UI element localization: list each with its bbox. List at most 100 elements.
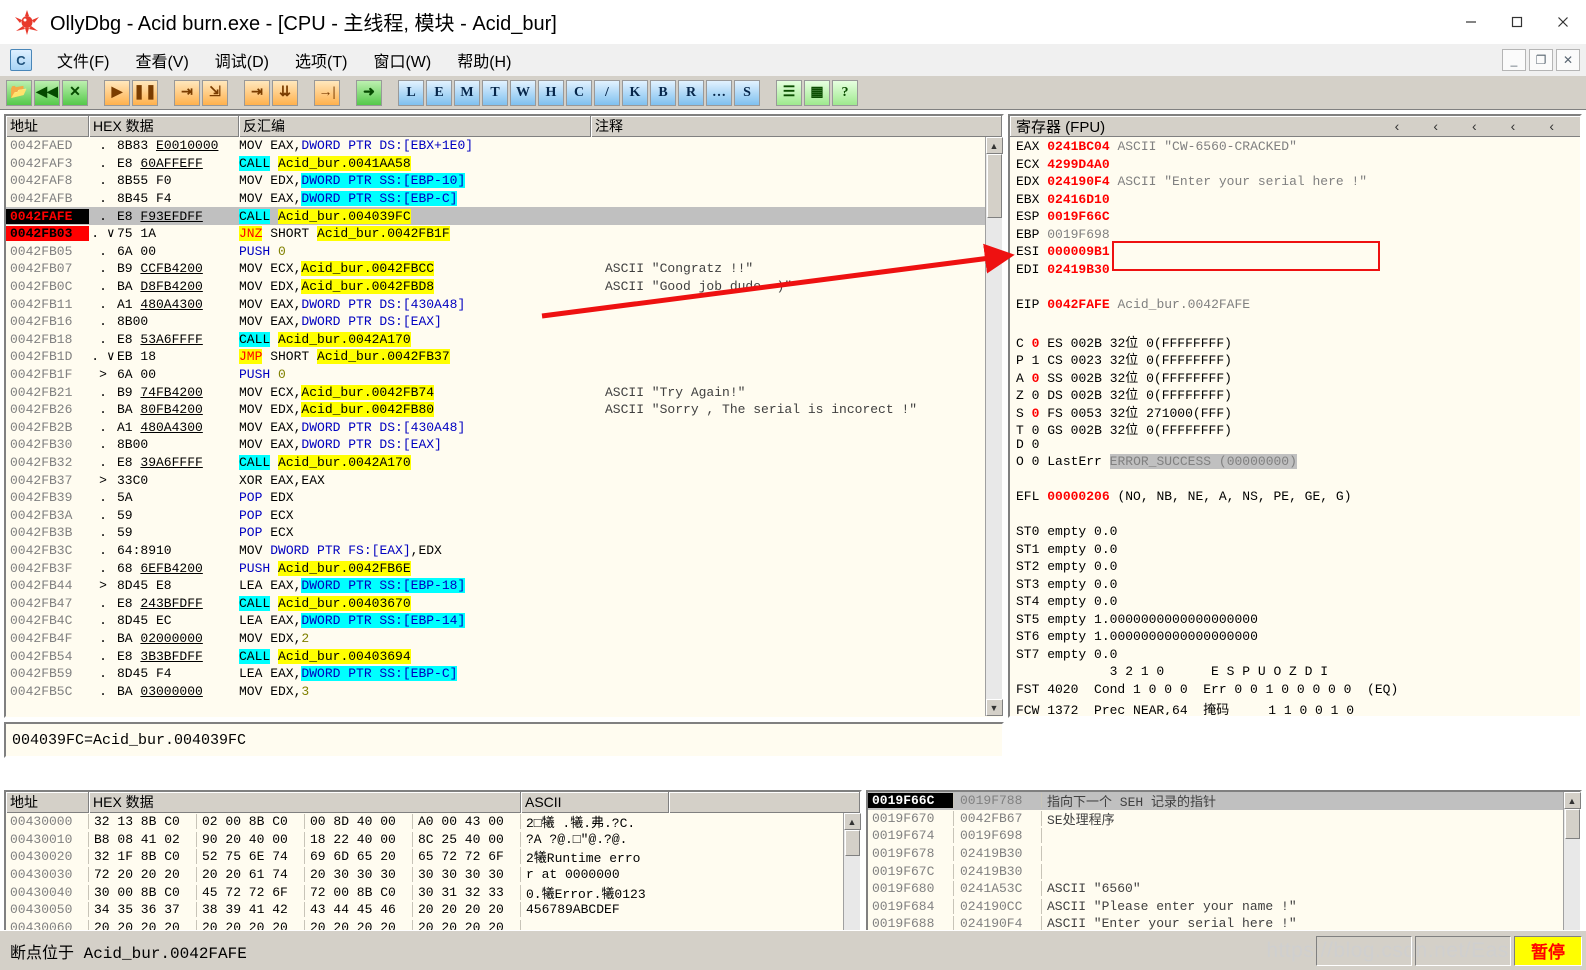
- threads-button[interactable]: T: [482, 79, 508, 106]
- menu-item-window[interactable]: 窗口(W): [360, 46, 444, 74]
- menu-item-options[interactable]: 选项(T): [282, 46, 360, 74]
- dump-scroll-thumb[interactable]: [844, 830, 860, 856]
- disassembly-row[interactable]: 0042FB54. E8 3B3BFDFF CALL Acid_bur.004036…: [6, 647, 1002, 665]
- flag-c[interactable]: C 0 ES 002B 32位 0(FFFFFFFF): [1016, 332, 1580, 351]
- stack-row[interactable]: 0019F688 024190F4 ASCII "Enter your serial…: [868, 915, 1580, 930]
- scroll-thumb[interactable]: [986, 154, 1002, 218]
- register-st5[interactable]: ST5 empty 1.0000000000000000000: [1016, 612, 1580, 630]
- open-file-button[interactable]: 📂: [6, 79, 32, 106]
- register-ecx[interactable]: ECX 4299D4A0: [1016, 157, 1580, 175]
- dump-row[interactable]: 00430010 B8 08 41 02 90 20 40 00 18 22 40 0…: [6, 831, 860, 849]
- dump-list[interactable]: 00430000 32 13 8B C0 02 00 8B C0 00 8D 40 0…: [6, 813, 860, 930]
- cpu-window-button[interactable]: C: [566, 79, 592, 106]
- source-button[interactable]: S: [734, 79, 760, 106]
- mdi-minimize-button[interactable]: _: [1502, 49, 1526, 71]
- flag-t[interactable]: T 0 GS 002B 32位 0(FFFFFFFF): [1016, 419, 1580, 438]
- patches-button[interactable]: /: [594, 79, 620, 106]
- registers-chevrons[interactable]: ‹ ‹ ‹ ‹ ‹: [1395, 118, 1580, 134]
- fpu-column-header[interactable]: 3 2 1 0 E S P U O Z D I: [1016, 664, 1580, 682]
- disassembly-row[interactable]: 0042FB05. 6A 00 PUSH 0: [6, 243, 1002, 261]
- animate-over-button[interactable]: ⇊: [272, 79, 298, 106]
- register-spacer[interactable]: [1016, 314, 1580, 332]
- chevron-left-icon-3[interactable]: ‹: [1511, 118, 1516, 134]
- disassembly-row[interactable]: 0042FB4C. 8D45 EC LEA EAX,DWORD PTR SS:[EB…: [6, 612, 1002, 630]
- register-eip[interactable]: EIP 0042FAFE Acid_bur.0042FAFE: [1016, 297, 1580, 315]
- flag-z[interactable]: Z 0 DS 002B 32位 0(FFFFFFFF): [1016, 384, 1580, 403]
- dump-row[interactable]: 00430000 32 13 8B C0 02 00 8B C0 00 8D 40 0…: [6, 813, 860, 831]
- disassembly-row[interactable]: 0042FB1D . ∨ EB 18 JMP SHORT Acid_bur.0042F…: [6, 348, 1002, 366]
- disassembly-row[interactable]: 0042FB3C. 64:8910 MOV DWORD PTR FS:[EAX],E…: [6, 542, 1002, 560]
- stack-scroll-up-button[interactable]: ▲: [1563, 792, 1581, 809]
- flag-s[interactable]: S 0 FS 0053 32位 271000(FFF): [1016, 402, 1580, 421]
- col-header-address[interactable]: 地址: [6, 115, 89, 137]
- stack-row[interactable]: 0019F66C 0019F788 指向下一个 SEH 记录的指针: [868, 792, 1580, 810]
- memory-map-button[interactable]: M: [454, 79, 480, 106]
- dump-row[interactable]: 00430060 20 20 20 20 20 20 20 20 20 20 20 2…: [6, 919, 860, 930]
- disassembly-row[interactable]: 0042FB59. 8D45 F4 LEA EAX,DWORD PTR SS:[EB…: [6, 665, 1002, 683]
- dump-col-header-extra[interactable]: [669, 791, 860, 813]
- register-edx[interactable]: EDX 024190F4 ASCII "Enter your serial he…: [1016, 174, 1580, 192]
- close-program-button[interactable]: ✕: [62, 79, 88, 106]
- disassembly-row[interactable]: 0042FB0C. BA D8FB4200 MOV EDX,Acid_bur.004…: [6, 278, 1002, 296]
- dump-scroll-up-button[interactable]: ▲: [843, 813, 861, 830]
- register-ebp[interactable]: EBP 0019F698: [1016, 227, 1580, 245]
- disassembly-row[interactable]: 0042FB11. A1 480A4300 MOV EAX,DWORD PTR DS…: [6, 295, 1002, 313]
- step-over-button[interactable]: ⇲: [202, 79, 228, 106]
- references-button[interactable]: R: [678, 79, 704, 106]
- close-button[interactable]: [1540, 0, 1586, 44]
- disassembly-row[interactable]: 0042FB47. E8 243BFDFF CALL Acid_bur.004036…: [6, 594, 1002, 612]
- chevron-left-icon-4[interactable]: ‹: [1549, 118, 1554, 134]
- disassembly-row[interactable]: 0042FB26. BA 80FB4200 MOV EDX,Acid_bur.004…: [6, 401, 1002, 419]
- chevron-left-icon-0[interactable]: ‹: [1395, 118, 1400, 134]
- disassembly-row[interactable]: 0042FAF3. E8 60AFFEFF CALL Acid_bur.0041AA…: [6, 155, 1002, 173]
- log-window-button[interactable]: L: [398, 79, 424, 106]
- disassembly-row[interactable]: 0042FB2B. A1 480A4300 MOV EAX,DWORD PTR DS…: [6, 419, 1002, 437]
- disassembly-row[interactable]: 0042FB39. 5A POP EDX: [6, 489, 1002, 507]
- register-spacer[interactable]: [1016, 507, 1580, 525]
- register-st1[interactable]: ST1 empty 0.0: [1016, 542, 1580, 560]
- disassembly-row[interactable]: 0042FB18. E8 53A6FFFF CALL Acid_bur.0042A1…: [6, 331, 1002, 349]
- stack-row[interactable]: 0019F678 02419B30: [868, 845, 1580, 863]
- help-button[interactable]: ?: [832, 79, 858, 106]
- col-header-comment[interactable]: 注释: [591, 115, 1002, 137]
- run-trace-window-button[interactable]: …: [706, 79, 732, 106]
- disassembly-list[interactable]: 0042FAED. 8B83 E0010000 MOV EAX,DWORD PTR …: [6, 137, 1002, 717]
- disassembly-row[interactable]: 0042FAF8. 8B55 F0 MOV EDX,DWORD PTR SS:[EB…: [6, 172, 1002, 190]
- menu-item-debug[interactable]: 调试(D): [202, 46, 282, 74]
- flag-p[interactable]: P 1 CS 0023 32位 0(FFFFFFFF): [1016, 349, 1580, 368]
- menu-item-help[interactable]: 帮助(H): [444, 46, 524, 74]
- chevron-left-icon-2[interactable]: ‹: [1472, 118, 1477, 134]
- cpu-window-icon[interactable]: C: [10, 49, 32, 71]
- col-header-disassembly[interactable]: 反汇编: [239, 115, 591, 137]
- step-into-button[interactable]: ⇥: [174, 79, 200, 106]
- disassembly-row[interactable]: 0042FAFE. E8 F93EFDFF CALL Acid_bur.004039…: [6, 207, 1002, 225]
- disassembly-row[interactable]: 0042FB03. ∨ 75 1A JNZ SHORT Acid_bur.0042F…: [6, 225, 1002, 243]
- disassembly-row[interactable]: 0042FB07. B9 CCFB4200 MOV ECX,Acid_bur.004…: [6, 260, 1002, 278]
- windows-button[interactable]: W: [510, 79, 536, 106]
- executable-modules-button[interactable]: E: [426, 79, 452, 106]
- stack-scroll-thumb[interactable]: [1564, 809, 1580, 839]
- disassembly-row[interactable]: 0042FB3F. 68 6EFB4200 PUSH Acid_bur.0042FB…: [6, 559, 1002, 577]
- disassembly-row[interactable]: 0042FB5C. BA 03000000 MOV EDX,3: [6, 682, 1002, 700]
- dump-row[interactable]: 00430050 34 35 36 37 38 39 41 42 43 44 45 4…: [6, 901, 860, 919]
- disassembly-row[interactable]: 0042FB32. E8 39A6FFFF CALL Acid_bur.0042A1…: [6, 454, 1002, 472]
- options-list-button[interactable]: ☰: [776, 79, 802, 106]
- restart-button[interactable]: ◀◀: [34, 79, 60, 106]
- register-fcw[interactable]: FCW 1372 Prec NEAR,64 掩码 1 1 0 0 1 0: [1016, 699, 1580, 715]
- col-header-hexdata[interactable]: HEX 数据: [89, 115, 239, 137]
- registers-body[interactable]: EAX 0241BC04 ASCII "CW-6560-CRACKED" ECX …: [1010, 137, 1580, 715]
- call-stack-button[interactable]: K: [622, 79, 648, 106]
- disassembly-row[interactable]: 0042FB30. 8B00 MOV EAX,DWORD PTR DS:[EAX]: [6, 436, 1002, 454]
- stack-row[interactable]: 0019F67C 02419B30: [868, 862, 1580, 880]
- flag-a[interactable]: A 0 SS 002B 32位 0(FFFFFFFF): [1016, 367, 1580, 386]
- scroll-down-button[interactable]: ▼: [985, 699, 1003, 716]
- register-eax[interactable]: EAX 0241BC04 ASCII "CW-6560-CRACKED": [1016, 139, 1580, 157]
- disassembly-row[interactable]: 0042FB3B. 59 POP ECX: [6, 524, 1002, 542]
- register-efl[interactable]: EFL 00000206 (NO, NB, NE, A, NS, PE, GE,…: [1016, 489, 1580, 507]
- disassembly-row[interactable]: 0042FB1F >6A 00 PUSH 0: [6, 366, 1002, 384]
- register-lasterr[interactable]: O 0 LastErr ERROR_SUCCESS (00000000): [1016, 454, 1580, 472]
- disassembly-row[interactable]: 0042FB16. 8B00 MOV EAX,DWORD PTR DS:[EAX]: [6, 313, 1002, 331]
- mdi-close-button[interactable]: ✕: [1556, 49, 1580, 71]
- stack-row[interactable]: 0019F684 024190CC ASCII "Please enter your…: [868, 898, 1580, 916]
- disassembly-row[interactable]: 0042FAFB. 8B45 F4 MOV EAX,DWORD PTR SS:[EB…: [6, 190, 1002, 208]
